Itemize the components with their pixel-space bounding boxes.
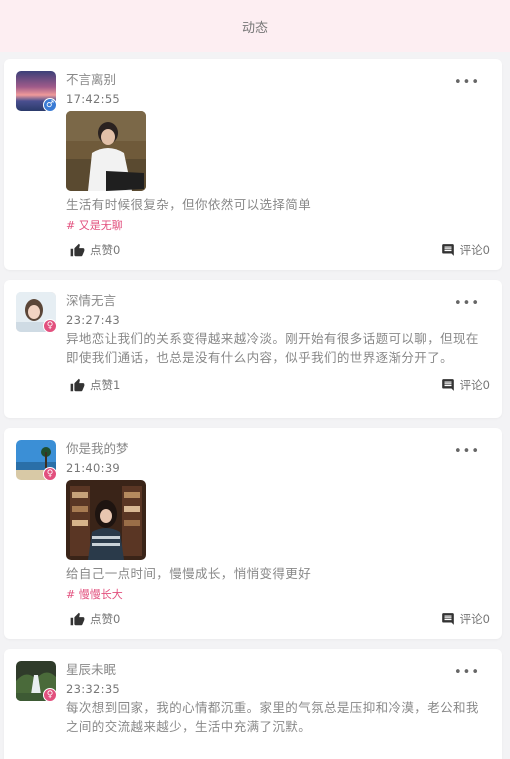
user-name[interactable]: 不言离别 <box>66 71 490 89</box>
thumbs-up-icon <box>70 612 85 626</box>
more-icon[interactable]: ••• <box>454 445 480 458</box>
avatar[interactable]: ♀ <box>16 292 57 333</box>
user-name[interactable]: 你是我的梦 <box>66 440 490 458</box>
like-count: 点赞0 <box>90 243 121 257</box>
avatar[interactable]: ♀ <box>16 440 57 481</box>
male-icon: ♂ <box>43 98 57 112</box>
post-text: 每次想到回家，我的心情都沉重。家里的气氛总是压抑和冷漠，老公和我之间的交流越来越… <box>66 700 479 734</box>
comment-button[interactable]: 评论0 <box>441 611 490 627</box>
post-card[interactable]: ♀ ••• 深情无言 23:27:43 异地恋让我们的关系变得越来越冷淡。刚开始… <box>4 280 502 418</box>
feed-list: ♂ ••• 不言离别 17:42:55 生活有时候很复杂，但你依然可以选择简单 … <box>0 52 510 759</box>
more-icon[interactable]: ••• <box>454 297 480 310</box>
post-card[interactable]: ♂ ••• 不言离别 17:42:55 生活有时候很复杂，但你依然可以选择简单 … <box>4 59 502 270</box>
post-time: 23:27:43 <box>66 313 121 327</box>
post-text: 异地恋让我们的关系变得越来越冷淡。刚开始有很多话题可以聊，但现在即使我们通话，也… <box>66 331 479 365</box>
comment-button[interactable]: 评论0 <box>441 377 490 393</box>
female-icon: ♀ <box>43 688 57 702</box>
user-name[interactable]: 星辰未眠 <box>66 661 490 679</box>
page-title: 动态 <box>241 20 268 36</box>
user-name[interactable]: 深情无言 <box>66 292 490 310</box>
comment-count: 评论0 <box>459 612 490 626</box>
post-actions: 点赞0 评论0 <box>66 240 490 260</box>
like-button[interactable]: 点赞1 <box>70 377 120 393</box>
post-time: 17:42:55 <box>66 92 121 106</box>
comment-icon <box>441 613 454 625</box>
like-button[interactable]: 点赞0 <box>70 611 120 627</box>
comment-icon <box>441 244 454 256</box>
comment-count: 评论0 <box>459 243 490 257</box>
comment-button[interactable]: 评论0 <box>441 242 490 258</box>
female-icon: ♀ <box>43 319 57 333</box>
post-card[interactable]: ♀ ••• 星辰未眠 23:32:35 每次想到回家，我的心情都沉重。家里的气氛… <box>4 649 502 759</box>
post-actions: 点赞0 评论0 <box>66 609 490 629</box>
like-count: 点赞0 <box>90 612 121 626</box>
app-header: 动态 <box>0 0 510 52</box>
thumbs-up-icon <box>70 243 85 257</box>
post-photo[interactable] <box>66 111 146 191</box>
post-tag[interactable]: # 慢慢长大 <box>66 587 490 603</box>
post-card[interactable]: ♀ ••• 你是我的梦 21:40:39 给自己一点时间，慢慢成长，悄悄变得更好… <box>4 428 502 639</box>
comment-count: 评论0 <box>459 378 490 392</box>
post-text: 生活有时候很复杂，但你依然可以选择简单 <box>66 197 312 212</box>
more-icon[interactable]: ••• <box>454 76 480 89</box>
post-time: 21:40:39 <box>66 461 121 475</box>
post-actions: 点赞1 评论0 <box>66 375 490 395</box>
post-time: 23:32:35 <box>66 682 121 696</box>
like-button[interactable]: 点赞0 <box>70 242 120 258</box>
comment-icon <box>441 379 454 391</box>
avatar[interactable]: ♀ <box>16 661 57 702</box>
post-tag[interactable]: # 又是无聊 <box>66 218 490 234</box>
avatar[interactable]: ♂ <box>16 71 57 112</box>
post-photo[interactable] <box>66 480 146 560</box>
post-text: 给自己一点时间，慢慢成长，悄悄变得更好 <box>66 566 312 581</box>
thumbs-up-icon <box>70 378 85 392</box>
more-icon[interactable]: ••• <box>454 666 480 679</box>
female-icon: ♀ <box>43 467 57 481</box>
like-count: 点赞1 <box>90 378 121 392</box>
